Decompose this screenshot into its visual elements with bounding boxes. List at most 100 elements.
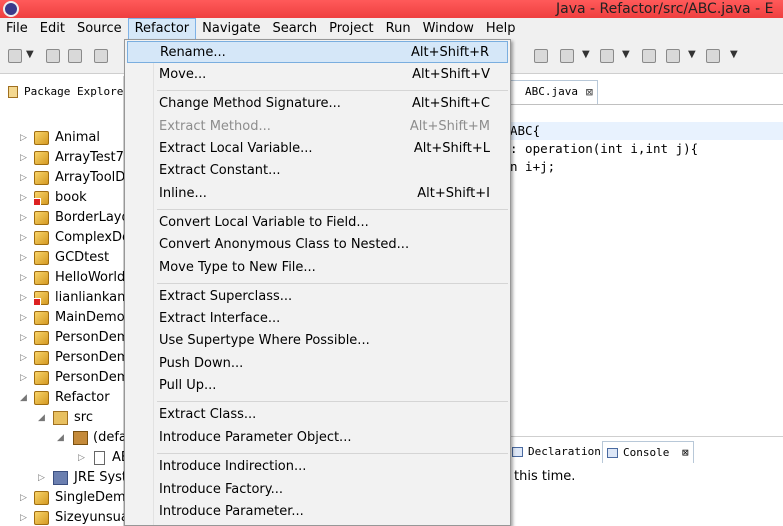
menu-item-push-down[interactable]: Push Down... bbox=[127, 353, 508, 375]
last-edit-icon[interactable] bbox=[642, 49, 656, 63]
code-editor[interactable]: ABC{ : operation(int i,int j){ n i+j; bbox=[510, 122, 783, 176]
tree-item[interactable]: ▷ GCDtest bbox=[0, 248, 124, 268]
menu-navigate[interactable]: Navigate bbox=[196, 18, 266, 40]
tree-item[interactable]: ▷ MainDemo bbox=[0, 308, 124, 328]
next-annotation-dropdown-icon[interactable]: ▼ bbox=[582, 49, 590, 60]
print-icon[interactable] bbox=[94, 49, 108, 63]
menu-item-shortcut: Alt+Shift+R bbox=[411, 45, 489, 60]
expand-arrow-icon[interactable]: ▷ bbox=[38, 468, 45, 488]
menu-item-move-type-to-new-file[interactable]: Move Type to New File... bbox=[127, 257, 508, 279]
back-dropdown-icon[interactable]: ▼ bbox=[688, 49, 696, 60]
menu-item-introduce-parameter[interactable]: Introduce Parameter... bbox=[127, 501, 508, 523]
tree-item[interactable]: ▷ HelloWorld bbox=[0, 268, 124, 288]
menu-window[interactable]: Window bbox=[417, 18, 480, 40]
show-whitespace-icon[interactable] bbox=[534, 49, 548, 63]
new-icon[interactable] bbox=[8, 49, 22, 63]
forward-icon[interactable] bbox=[706, 49, 720, 63]
menu-item-extract-constant[interactable]: Extract Constant... bbox=[127, 160, 508, 182]
expand-arrow-icon[interactable]: ▷ bbox=[20, 228, 27, 248]
window-title: Java - Refactor/src/ABC.java - E bbox=[556, 1, 774, 17]
tree-item[interactable]: ▷ ArrayToolDe bbox=[0, 168, 124, 188]
forward-dropdown-icon[interactable]: ▼ bbox=[730, 49, 738, 60]
tree-item[interactable]: ▷ Sizeyunsuan bbox=[0, 508, 124, 526]
tree-item[interactable]: ▷ PersonDem bbox=[0, 328, 124, 348]
package-explorer-tab[interactable]: Package Explorer bbox=[8, 82, 130, 102]
menu-item-use-supertype-where-possible[interactable]: Use Supertype Where Possible... bbox=[127, 330, 508, 352]
expand-arrow-icon[interactable]: ▷ bbox=[20, 368, 27, 388]
menu-item-extract-interface[interactable]: Extract Interface... bbox=[127, 308, 508, 330]
expand-arrow-icon[interactable]: ▷ bbox=[20, 348, 27, 368]
menu-item-label: Introduce Parameter... bbox=[159, 504, 304, 519]
expand-arrow-icon[interactable]: ▷ bbox=[20, 208, 27, 228]
expand-arrow-icon[interactable]: ▷ bbox=[20, 308, 27, 328]
tree-item[interactable]: ▷ book bbox=[0, 188, 124, 208]
save-icon[interactable] bbox=[46, 49, 60, 63]
menu-item-move[interactable]: Move... Alt+Shift+V bbox=[127, 64, 508, 86]
tree-item[interactable]: ▷ ArrayTest7 bbox=[0, 148, 124, 168]
next-annotation-icon[interactable] bbox=[560, 49, 574, 63]
menu-item-extract-superclass[interactable]: Extract Superclass... bbox=[127, 286, 508, 308]
menu-source[interactable]: Source bbox=[71, 18, 128, 40]
prev-annotation-dropdown-icon[interactable]: ▼ bbox=[622, 49, 630, 60]
tree-item[interactable]: ▷ ComplexDe bbox=[0, 228, 124, 248]
tree-item[interactable]: ◢ (defa bbox=[0, 428, 124, 448]
menu-item-introduce-indirection[interactable]: Introduce Indirection... bbox=[127, 456, 508, 478]
tree-item[interactable]: ▷ JRE Syste bbox=[0, 468, 124, 488]
expand-arrow-icon[interactable]: ▷ bbox=[20, 488, 27, 508]
tree-item-label: HelloWorld bbox=[55, 270, 124, 285]
tree-item[interactable]: ◢ src bbox=[0, 408, 124, 428]
menu-item-inline[interactable]: Inline... Alt+Shift+I bbox=[127, 183, 508, 205]
collapse-arrow-icon[interactable]: ◢ bbox=[20, 388, 27, 408]
tab-declaration[interactable]: Declaration bbox=[512, 441, 601, 463]
menu-item-convert-anonymous-class-to-nested[interactable]: Convert Anonymous Class to Nested... bbox=[127, 234, 508, 256]
menu-item-pull-up[interactable]: Pull Up... bbox=[127, 375, 508, 397]
new-dropdown-icon[interactable]: ▼ bbox=[26, 49, 34, 60]
expand-arrow-icon[interactable]: ▷ bbox=[20, 268, 27, 288]
tree-item[interactable]: ▷ lianliankan bbox=[0, 288, 124, 308]
menu-run[interactable]: Run bbox=[380, 18, 417, 40]
expand-arrow-icon[interactable]: ▷ bbox=[20, 328, 27, 348]
menu-edit[interactable]: Edit bbox=[34, 18, 71, 40]
menu-file[interactable]: File bbox=[0, 18, 34, 40]
prev-annotation-icon[interactable] bbox=[600, 49, 614, 63]
tree-item[interactable]: ▷ AB bbox=[0, 448, 124, 468]
save-all-icon[interactable] bbox=[68, 49, 82, 63]
back-icon[interactable] bbox=[666, 49, 680, 63]
editor-tab-abc-java[interactable]: ABC.java ⊠ bbox=[510, 80, 598, 104]
tab-console[interactable]: Console ⊠ bbox=[602, 441, 694, 463]
expand-arrow-icon[interactable]: ▷ bbox=[20, 248, 27, 268]
menu-item-label: Convert Local Variable to Field... bbox=[159, 215, 369, 230]
tree-item[interactable]: ▷ PersonDem bbox=[0, 368, 124, 388]
menu-item-extract-class[interactable]: Extract Class... bbox=[127, 404, 508, 426]
expand-arrow-icon[interactable]: ▷ bbox=[20, 168, 27, 188]
tree-item[interactable]: ▷ PersonDem bbox=[0, 348, 124, 368]
collapse-arrow-icon[interactable]: ◢ bbox=[38, 408, 45, 428]
menu-project[interactable]: Project bbox=[323, 18, 379, 40]
tree-item[interactable]: ▷ Animal bbox=[0, 128, 124, 148]
menu-search[interactable]: Search bbox=[266, 18, 323, 40]
menu-item-label: Extract Method... bbox=[159, 119, 271, 134]
menu-item-extract-local-variable[interactable]: Extract Local Variable... Alt+Shift+L bbox=[127, 138, 508, 160]
menu-item-introduce-factory[interactable]: Introduce Factory... bbox=[127, 479, 508, 501]
tree-item[interactable]: ▷ BorderLayo bbox=[0, 208, 124, 228]
expand-arrow-icon[interactable]: ▷ bbox=[20, 288, 27, 308]
menu-refactor[interactable]: Refactor bbox=[127, 18, 197, 40]
bottom-view: Declaration Console ⊠ this time. bbox=[510, 436, 783, 526]
menu-item-convert-local-variable-to-field[interactable]: Convert Local Variable to Field... bbox=[127, 212, 508, 234]
close-icon[interactable]: ⊠ bbox=[586, 81, 593, 103]
expand-arrow-icon[interactable]: ▷ bbox=[20, 148, 27, 168]
close-icon[interactable]: ⊠ bbox=[682, 446, 689, 459]
collapse-arrow-icon[interactable]: ◢ bbox=[57, 428, 64, 448]
expand-arrow-icon[interactable]: ▷ bbox=[20, 188, 27, 208]
expand-arrow-icon[interactable]: ▷ bbox=[20, 128, 27, 148]
expand-arrow-icon[interactable]: ▷ bbox=[20, 508, 27, 526]
menu-item-rename[interactable]: Rename... Alt+Shift+R bbox=[127, 41, 508, 63]
tree-item[interactable]: ◢ Refactor bbox=[0, 388, 124, 408]
menu-item-change-method-signature[interactable]: Change Method Signature... Alt+Shift+C bbox=[127, 93, 508, 115]
expand-arrow-icon[interactable]: ▷ bbox=[78, 448, 85, 468]
menu-help[interactable]: Help bbox=[480, 18, 522, 40]
jre-library-icon bbox=[53, 471, 68, 485]
tree-item[interactable]: ▷ SingleDemo bbox=[0, 488, 124, 508]
java-project-icon bbox=[34, 491, 49, 505]
menu-item-introduce-parameter-object[interactable]: Introduce Parameter Object... bbox=[127, 427, 508, 449]
